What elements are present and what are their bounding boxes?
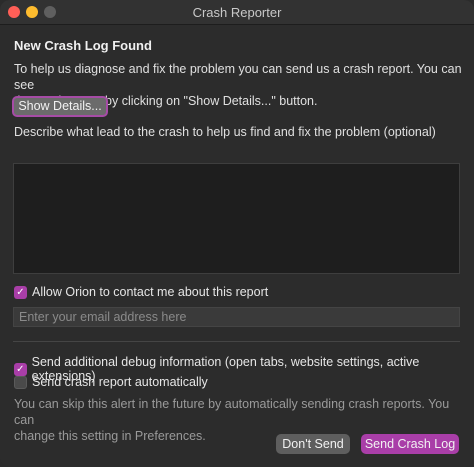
allow-contact-row[interactable]: ✓ Allow Orion to contact me about this r… xyxy=(14,285,268,299)
send-crash-log-button[interactable]: Send Crash Log xyxy=(361,434,459,454)
send-debug-checkbox[interactable]: ✓ xyxy=(14,362,27,376)
page-heading: New Crash Log Found xyxy=(14,38,152,53)
window-title: Crash Reporter xyxy=(192,5,282,20)
description-line-1: To help us diagnose and fix the problem … xyxy=(14,62,462,92)
divider xyxy=(13,341,460,342)
send-auto-label: Send crash report automatically xyxy=(32,375,208,389)
describe-prompt: Describe what lead to the crash to help … xyxy=(14,125,436,139)
send-auto-row[interactable]: Send crash report automatically xyxy=(14,375,208,389)
dont-send-button[interactable]: Don't Send xyxy=(276,434,350,454)
allow-contact-checkbox[interactable]: ✓ xyxy=(14,285,27,299)
email-field[interactable] xyxy=(13,307,460,327)
send-auto-checkbox[interactable] xyxy=(14,375,27,389)
crash-reporter-window: Crash Reporter New Crash Log Found To he… xyxy=(0,0,474,467)
allow-contact-label: Allow Orion to contact me about this rep… xyxy=(32,285,269,299)
crash-description-textarea[interactable] xyxy=(13,163,460,274)
show-details-button[interactable]: Show Details... xyxy=(12,96,108,117)
title-bar: Crash Reporter xyxy=(0,0,474,25)
note-line-1: You can skip this alert in the future by… xyxy=(14,397,450,427)
